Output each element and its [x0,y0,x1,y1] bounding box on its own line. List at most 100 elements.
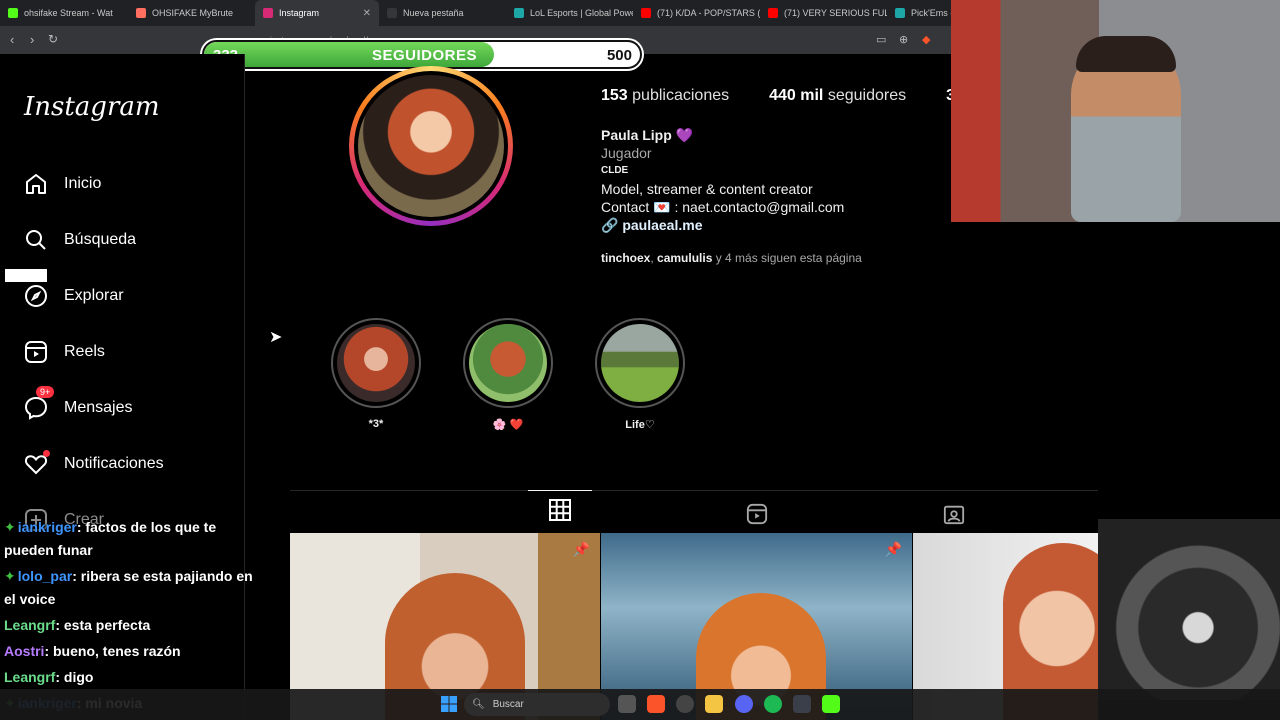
chat-text: : digo [55,669,94,685]
profile-tabs [290,490,1098,532]
tab-tagged[interactable] [922,499,986,533]
tab-favicon-icon [895,8,905,18]
highlight-label: 🌸 ❤️ [492,419,524,431]
tab-label: (71) K/DA - POP/STARS (ft [657,8,760,18]
profile-tag: CLDE [601,165,629,176]
highlight-3[interactable]: Life♡ [595,318,685,431]
profile-link[interactable]: 🔗 paulaeal.me [601,216,844,234]
chat-text: : bueno, tenes razón [44,643,181,659]
browser-tab[interactable]: Nueva pestaña [379,0,506,26]
nav-notifications-label: Notificaciones [64,455,164,472]
chat-message: ✦ lolo_par: ribera se esta pajiando en el… [4,565,264,611]
back-icon[interactable]: ‹ [10,32,14,47]
tagged-icon [943,503,965,530]
profile-bio: Paula Lipp 💜 Jugador CLDE Model, streame… [601,126,844,234]
messages-badge: 9+ [36,386,55,398]
nav-home[interactable]: Inicio [22,167,101,201]
profile-avatar-ring[interactable] [349,66,513,226]
highlight-image [601,324,679,402]
highlight-2[interactable]: 🌸 ❤️ [463,318,553,431]
browser-tab[interactable]: OHSIFAKE MyBrute [128,0,255,26]
nav-reels[interactable]: Reels [22,335,105,369]
search-icon [22,226,50,254]
nav-explore-label: Explorar [64,287,124,304]
windows-taskbar: 🔍︎ Buscar [0,689,1280,720]
app-icon[interactable] [793,695,811,713]
tab-favicon-icon [8,8,18,18]
brave-shield-icon[interactable]: ◆ [922,33,930,46]
zoom-icon[interactable]: ⊕ [899,33,908,46]
nav-messages[interactable]: 9+ Mensajes [22,386,133,425]
chat-username: Aostri [4,643,45,659]
browser-tab[interactable]: (71) VERY SERIOUS FULL A [760,0,887,26]
followed-by[interactable]: tinchoex, camululis y 4 más siguen esta … [601,251,862,265]
sub-badge-icon: ✦ [4,568,16,584]
instagram-logo[interactable]: Instagram [24,92,160,122]
link-icon: 🔗 [601,217,619,233]
obs-icon[interactable] [676,695,694,713]
tab-favicon-icon [768,8,778,18]
nav-reels-label: Reels [64,343,105,360]
nav-explore[interactable]: Explorar [22,279,124,313]
bio-line-2: Contact 💌 : naet.contacto@gmail.com [601,199,845,215]
goal-label: SEGUIDORES [372,47,478,64]
chat-message: Leangrf: digo [4,666,264,689]
chat-username: Leangrf [4,617,56,633]
profile-stats: 153 publicaciones 440 mil seguidores 3 [601,87,956,105]
file-explorer-icon[interactable] [705,695,723,713]
reload-icon[interactable]: ↻ [48,32,58,46]
pin-icon: 📌 [572,541,590,557]
secondary-cam [1098,519,1280,700]
nav-search[interactable]: Búsqueda [22,223,136,257]
windows-start-icon[interactable] [440,695,458,713]
streamer-webcam [951,0,1280,222]
tab-posts[interactable] [528,490,592,533]
forward-icon[interactable]: › [30,32,34,47]
taskbar-search-placeholder: Buscar [492,699,524,710]
followers-stat[interactable]: 440 mil seguidores [769,87,906,105]
chat-username: iankriger [17,519,77,535]
tab-favicon-icon [514,8,524,18]
nav-home-label: Inicio [64,175,102,192]
mouse-cursor: ➤ [269,329,283,346]
kick-icon[interactable] [822,695,840,713]
posts-stat: 153 publicaciones [601,87,730,104]
tab-favicon-icon [263,8,273,18]
sub-badge-icon: ✦ [4,519,16,535]
highlight-1[interactable]: *3* [331,318,421,430]
follower-goal-bar: 333 SEGUIDORES 500 [202,40,642,69]
profile-name: Paula Lipp 💜 [601,127,694,143]
home-icon [22,170,50,198]
tab-favicon-icon [641,8,651,18]
browser-tab[interactable]: Instagram ✕ [255,0,379,26]
taskbar-search[interactable]: 🔍︎ Buscar [464,693,610,716]
browser-tab[interactable]: LoL Esports | Global Powe [506,0,633,26]
spotify-icon[interactable] [764,695,782,713]
tab-reels[interactable] [725,499,789,533]
compass-icon [22,282,50,310]
cast-icon[interactable]: ▭ [876,33,886,46]
browser-tab[interactable]: ohsifake Stream - Wat [0,0,128,26]
highlight-image [337,324,415,402]
search-icon: 🔍︎ [472,699,485,710]
highlight-image [469,324,547,402]
tab-label: (71) VERY SERIOUS FULL A [784,8,887,18]
task-view-icon[interactable] [618,695,636,713]
discord-icon[interactable] [735,695,753,713]
streamer-hair [1076,36,1176,72]
heart-icon [22,450,50,478]
nav-search-label: Búsqueda [64,231,137,248]
close-tab-icon[interactable]: ✕ [357,8,371,19]
tab-label: ohsifake Stream - Wat [24,8,113,18]
highlight-label: Life♡ [625,419,655,431]
browser-tab[interactable]: (71) K/DA - POP/STARS (ft [633,0,760,26]
highlight-label: *3* [368,418,384,430]
nav-notifications[interactable]: Notificaciones [22,447,164,481]
messenger-icon: 9+ [22,386,55,422]
reels-icon [746,503,768,530]
profile-category: Jugador [601,145,652,161]
grid-icon [549,498,571,526]
nav-messages-label: Mensajes [64,399,133,416]
brave-icon[interactable] [647,695,665,713]
stream-chat: ✦ iankriger: factos de los que te pueden … [4,516,264,718]
